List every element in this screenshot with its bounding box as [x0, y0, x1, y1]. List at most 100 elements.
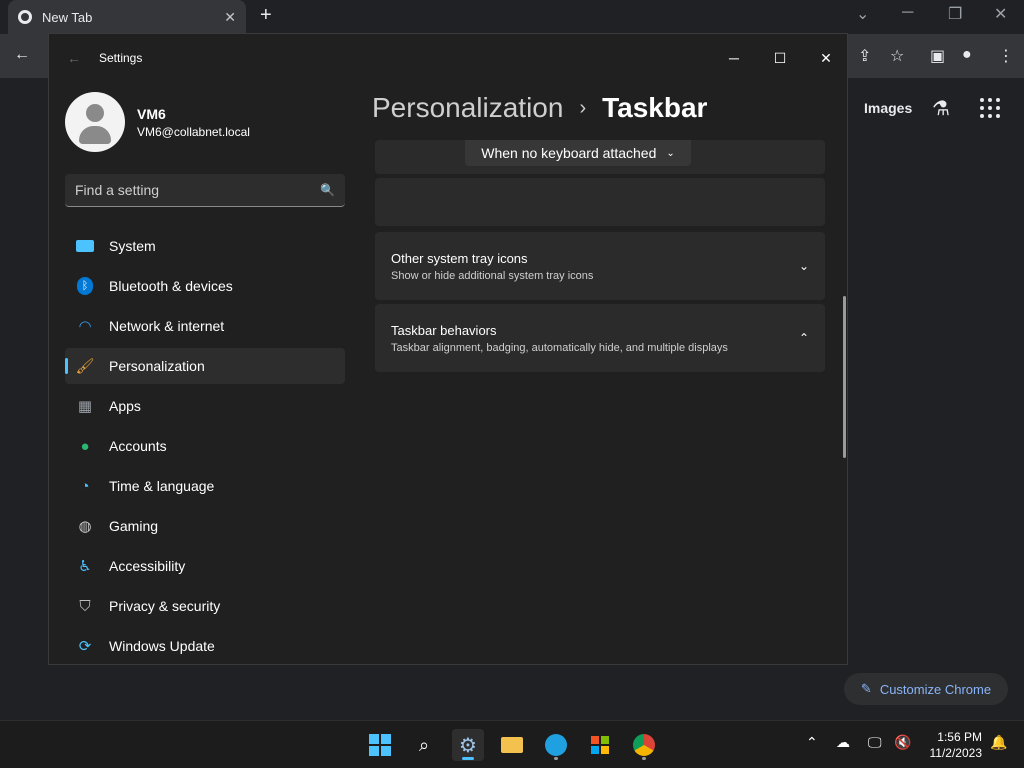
nav-item-windows-update[interactable]: ⟳ Windows Update: [65, 628, 345, 664]
nav-label: Accounts: [109, 438, 167, 454]
page-title: Taskbar: [602, 92, 708, 123]
system-clock[interactable]: 1:56 PM 11/2/2023: [920, 729, 983, 761]
search-button[interactable]: ⌕: [408, 729, 440, 761]
globe-clock-icon: ◔: [80, 477, 90, 495]
other-system-tray-icons-card[interactable]: Other system tray icons Show or hide add…: [375, 232, 825, 300]
update-icon: ⟳: [78, 638, 92, 655]
share-icon[interactable]: ⇪: [858, 46, 871, 66]
profile-icon[interactable]: ●: [962, 46, 972, 64]
nav-item-system[interactable]: System: [65, 228, 345, 264]
labs-flask-icon[interactable]: ⚗: [932, 96, 950, 121]
nav-item-accounts[interactable]: ● Accounts: [65, 428, 345, 464]
nav-item-privacy-security[interactable]: ⛉ Privacy & security: [65, 588, 345, 624]
empty-setting-card: [375, 178, 825, 226]
search-input[interactable]: [75, 182, 321, 198]
settings-taskbar-button[interactable]: ⚙: [452, 729, 484, 761]
tab-title: New Tab: [42, 9, 93, 25]
show-hidden-icons-chevron-icon[interactable]: ⌃: [806, 734, 818, 751]
new-tab-button[interactable]: +: [260, 4, 272, 27]
customize-chrome-label: Customize Chrome: [879, 681, 992, 697]
dropdown-value: When no keyboard attached: [481, 145, 657, 161]
start-button[interactable]: [364, 729, 396, 761]
settings-nav: System ᛒ Bluetooth & devices ◠ Network &…: [65, 228, 345, 664]
nav-label: Time & language: [109, 478, 215, 494]
nav-label: Apps: [109, 398, 141, 414]
edge-button[interactable]: [540, 729, 572, 761]
bluetooth-icon: ᛒ: [75, 276, 95, 296]
breadcrumb-parent[interactable]: Personalization: [372, 92, 563, 124]
nav-item-bluetooth[interactable]: ᛒ Bluetooth & devices: [65, 268, 345, 304]
chrome-logo-icon: [633, 734, 655, 756]
pencil-icon: ✎: [860, 681, 872, 696]
bookmark-star-icon[interactable]: ☆: [890, 46, 904, 66]
taskbar-behaviors-card[interactable]: Taskbar behaviors Taskbar alignment, bad…: [375, 304, 825, 372]
nav-label: Bluetooth & devices: [109, 278, 233, 294]
breadcrumb-chevron-icon: ›: [579, 96, 587, 119]
wifi-icon: ◠: [78, 318, 92, 335]
side-panel-icon[interactable]: ▣: [930, 46, 945, 66]
onedrive-cloud-icon[interactable]: ☁: [836, 734, 850, 751]
volume-muted-icon[interactable]: 🔇: [894, 734, 911, 751]
chevron-down-icon: ⌄: [666, 147, 675, 159]
nav-item-time-language[interactable]: ◔ Time & language: [65, 468, 345, 504]
apps-icon: ▦: [77, 398, 93, 415]
window-title: Settings: [99, 51, 143, 65]
chrome-taskbar-button[interactable]: [628, 729, 660, 761]
clock-time: 1:56 PM: [937, 730, 982, 744]
nav-item-gaming[interactable]: ◍ Gaming: [65, 508, 345, 544]
breadcrumb: Personalization › Taskbar: [372, 92, 707, 124]
nav-item-network[interactable]: ◠ Network & internet: [65, 308, 345, 344]
accessibility-icon: ♿: [78, 558, 92, 575]
edge-logo-icon: [545, 734, 567, 756]
find-setting-search[interactable]: 🔍: [65, 174, 345, 207]
back-arrow-icon[interactable]: ←: [14, 46, 30, 64]
gamepad-icon: ◍: [78, 518, 92, 535]
chrome-close-icon[interactable]: ✕: [994, 4, 1007, 24]
keyboard-setting-card: When no keyboard attached ⌄: [375, 140, 825, 174]
clock-date: 11/2/2023: [929, 746, 983, 760]
profile-name: VM6: [137, 105, 166, 122]
nav-item-apps[interactable]: ▦ Apps: [65, 388, 345, 424]
folder-icon: [501, 737, 523, 753]
system-icon: [75, 236, 95, 256]
card-title: Taskbar behaviors: [391, 322, 497, 338]
settings-content: When no keyboard attached ⌄ Other system…: [375, 140, 825, 376]
chrome-tab-new-tab[interactable]: New Tab ✕: [8, 0, 246, 34]
search-icon: ⌕: [418, 734, 430, 755]
chrome-logo-icon: [18, 10, 32, 24]
notification-bell-icon[interactable]: 🔔: [990, 734, 1007, 751]
close-button[interactable]: ✕: [803, 42, 847, 74]
chevron-up-icon[interactable]: ⌃: [799, 331, 809, 345]
settings-window: ← Settings ─ ☐ ✕ VM6 VM6@collabnet.local…: [48, 33, 848, 665]
chrome-menu-icon[interactable]: ⋮: [998, 46, 1014, 66]
tab-close-icon[interactable]: ✕: [224, 9, 236, 26]
chrome-maximize-icon[interactable]: ❐: [948, 4, 962, 24]
google-apps-icon[interactable]: [980, 98, 1000, 118]
nav-label: Windows Update: [109, 638, 215, 654]
minimize-button[interactable]: ─: [711, 42, 757, 74]
nav-label: Personalization: [109, 358, 205, 374]
chrome-minimize-icon[interactable]: ─: [902, 4, 913, 22]
gear-icon: ⚙: [459, 734, 477, 757]
card-subtitle: Taskbar alignment, badging, automaticall…: [391, 341, 728, 354]
search-icon[interactable]: 🔍: [320, 183, 335, 197]
nav-item-personalization[interactable]: 🖌 Personalization: [65, 348, 345, 384]
store-button[interactable]: [584, 729, 616, 761]
chevron-down-icon[interactable]: ⌄: [799, 259, 809, 273]
back-arrow-icon[interactable]: ←: [67, 50, 81, 66]
content-scrollbar[interactable]: [843, 296, 846, 458]
images-link[interactable]: Images: [864, 100, 912, 116]
nav-item-accessibility[interactable]: ♿ Accessibility: [65, 548, 345, 584]
nav-label: System: [109, 238, 156, 254]
network-icon[interactable]: 🖵: [868, 734, 882, 751]
avatar: [65, 92, 125, 152]
customize-chrome-button[interactable]: ✎ Customize Chrome: [844, 673, 1008, 705]
touch-keyboard-dropdown[interactable]: When no keyboard attached ⌄: [465, 140, 691, 166]
person-icon: ●: [80, 437, 90, 455]
tab-search-chevron-icon[interactable]: ⌄: [856, 4, 869, 24]
maximize-button[interactable]: ☐: [757, 42, 803, 74]
file-explorer-button[interactable]: [496, 729, 528, 761]
user-profile[interactable]: VM6 VM6@collabnet.local: [65, 90, 365, 154]
nav-label: Network & internet: [109, 318, 225, 334]
card-title: Other system tray icons: [391, 250, 528, 266]
